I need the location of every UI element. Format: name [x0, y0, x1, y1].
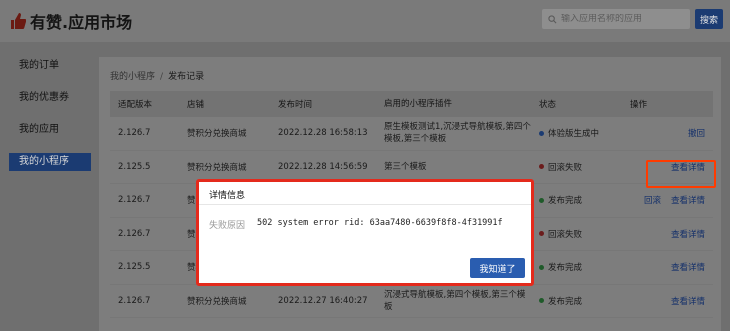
cell-shop: 赞积分兑换商城 [187, 296, 247, 307]
status-dot-icon [539, 130, 544, 136]
top-bar: 有赞.应用市场 搜索 [0, 0, 730, 42]
cell-time: 2022.12.27 16:40:27 [278, 295, 368, 306]
rollback-link[interactable]: 回滚 [644, 194, 661, 206]
header-plugins: 启用的小程序插件 [384, 99, 453, 109]
sidebar: 我的订单 我的优惠券 我的应用 我的小程序 [9, 57, 91, 185]
breadcrumb-separator: / [160, 72, 164, 82]
cell-version: 2.125.5 [118, 262, 151, 273]
cell-status: 发布完成 [531, 285, 622, 318]
modal-title: 详情信息 [209, 191, 246, 201]
search-box[interactable] [542, 9, 690, 29]
thumbs-up-icon [11, 13, 26, 29]
header-actions: 操作 [630, 100, 648, 110]
status-dot-icon [539, 164, 544, 170]
cell-actions: 查看详情 [622, 285, 713, 318]
highlight-box [646, 160, 716, 188]
cell-version: 2.125.5 [118, 161, 151, 172]
logo-text: 有赞.应用市场 [30, 13, 133, 32]
modal-body: 失败原因 502 system error rid: 63aa7480-6639… [209, 218, 503, 231]
status-text: 发布完成 [548, 296, 583, 307]
breadcrumb-current: 发布记录 [168, 72, 205, 82]
cell-shop: 赞积分兑换商城 [187, 129, 247, 140]
cell-version: 2.126.7 [118, 228, 151, 239]
logo[interactable]: 有赞.应用市场 [10, 9, 132, 33]
withdraw-link[interactable]: 撤回 [688, 127, 705, 139]
search-button[interactable]: 搜索 [695, 9, 723, 29]
failure-reason-message: 502 system error rid: 63aa7480-6639f8f8-… [257, 218, 503, 228]
breadcrumb-parent[interactable]: 我的小程序 [110, 72, 155, 82]
header-version: 适配版本 [118, 100, 153, 110]
search-icon [548, 14, 557, 23]
status-text: 发布完成 [548, 263, 583, 274]
cell-actions: 回滚 查看详情 [622, 184, 713, 217]
cell-plugins: 原生模板测试1,沉浸式导航模板,第四个模板,第三个模板 [384, 122, 531, 145]
view-details-link[interactable]: 查看详情 [671, 295, 705, 307]
cell-status: 回滚失败 [531, 151, 622, 184]
table-header: 适配版本 店铺 发布时间 启用的小程序插件 状态 操作 [110, 91, 713, 117]
sidebar-item-coupons[interactable]: 我的优惠券 [9, 89, 91, 107]
cell-actions: 查看详情 [622, 218, 713, 251]
cell-status: 发布完成 [531, 251, 622, 284]
modal-divider [199, 204, 531, 205]
failure-reason-label: 失败原因 [209, 221, 246, 231]
status-text: 体验版生成中 [548, 129, 600, 140]
cell-status: 发布完成 [531, 184, 622, 217]
cell-status: 回滚失败 [531, 218, 622, 251]
status-dot-icon [539, 298, 544, 304]
status-dot-icon [539, 264, 544, 270]
cell-version: 2.126.7 [118, 295, 151, 306]
table-row: 2.126.7 赞积分兑换商城 2022.12.27 16:40:27 沉浸式导航模板… [110, 285, 713, 318]
detail-modal: 详情信息 失败原因 502 system error rid: 63aa7480… [196, 179, 534, 286]
cell-actions: 查看详情 [622, 251, 713, 284]
search-input[interactable] [557, 14, 677, 24]
header-time: 发布时间 [278, 100, 313, 110]
cell-status: 体验版生成中 [531, 117, 622, 150]
breadcrumb: 我的小程序 / 发布记录 [110, 69, 204, 82]
table-row: 2.126.7 赞积分兑换商城 2022.12.28 16:58:13 原生模板测试1… [110, 117, 713, 151]
status-dot-icon [539, 197, 544, 203]
cell-version: 2.126.7 [118, 128, 151, 139]
confirm-button[interactable]: 我知道了 [470, 258, 525, 278]
view-details-link[interactable]: 查看详情 [671, 194, 705, 206]
view-details-link[interactable]: 查看详情 [671, 228, 705, 240]
cell-time: 2022.12.28 16:58:13 [278, 128, 368, 139]
view-details-link[interactable]: 查看详情 [671, 261, 705, 273]
cell-plugins: 沉浸式导航模板,第四个模板,第三个模板 [384, 289, 526, 312]
status-text: 发布完成 [548, 196, 583, 207]
cell-actions: 撤回 [622, 117, 713, 150]
status-text: 回滚失败 [548, 162, 583, 173]
status-dot-icon [539, 231, 544, 237]
sidebar-item-mini-programs[interactable]: 我的小程序 [9, 153, 91, 171]
sidebar-item-orders[interactable]: 我的订单 [9, 57, 91, 75]
cell-version: 2.126.7 [118, 195, 151, 206]
sidebar-item-apps[interactable]: 我的应用 [9, 121, 91, 139]
header-status: 状态 [539, 100, 557, 110]
status-text: 回滚失败 [548, 229, 583, 240]
header-shop: 店铺 [187, 100, 205, 110]
